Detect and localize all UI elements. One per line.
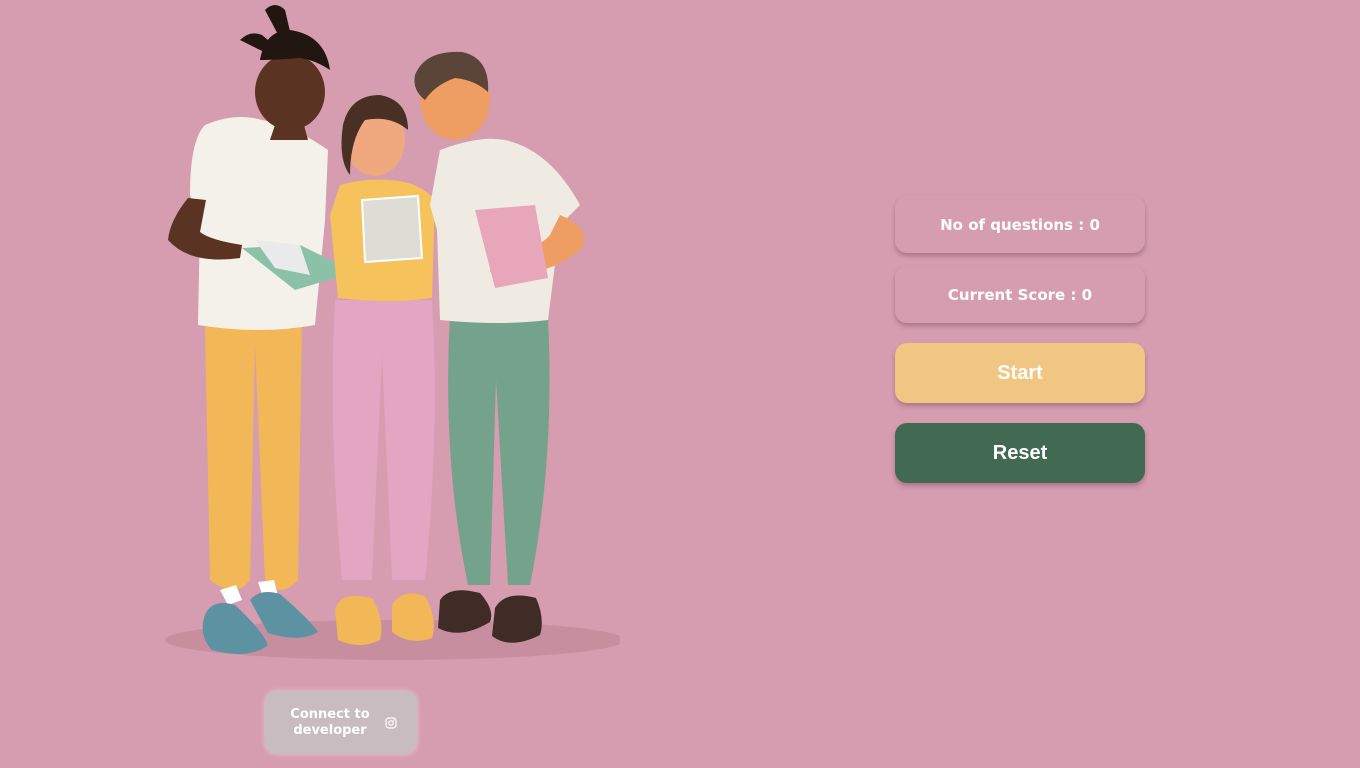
students-illustration xyxy=(165,5,620,660)
person-right xyxy=(414,51,585,643)
instagram-icon xyxy=(385,716,397,729)
reset-button[interactable]: Reset xyxy=(895,423,1145,483)
current-score-value: 0 xyxy=(1081,285,1093,304)
connect-to-developer-button[interactable]: Connect to developer xyxy=(265,691,417,754)
quiz-home-page: No of questions : 0 Current Score : 0 St… xyxy=(0,0,1360,768)
control-panel: No of questions : 0 Current Score : 0 St… xyxy=(895,196,1145,483)
questions-count-card: No of questions : 0 xyxy=(895,196,1145,253)
connect-to-developer-label: Connect to developer xyxy=(290,706,370,738)
start-button[interactable]: Start xyxy=(895,343,1145,403)
person-left xyxy=(168,5,355,654)
current-score-card: Current Score : 0 xyxy=(895,266,1145,323)
questions-count-label: No of questions : xyxy=(940,215,1090,234)
current-score-label: Current Score : xyxy=(947,285,1082,304)
questions-count-value: 0 xyxy=(1089,215,1100,234)
person-middle xyxy=(330,95,435,645)
